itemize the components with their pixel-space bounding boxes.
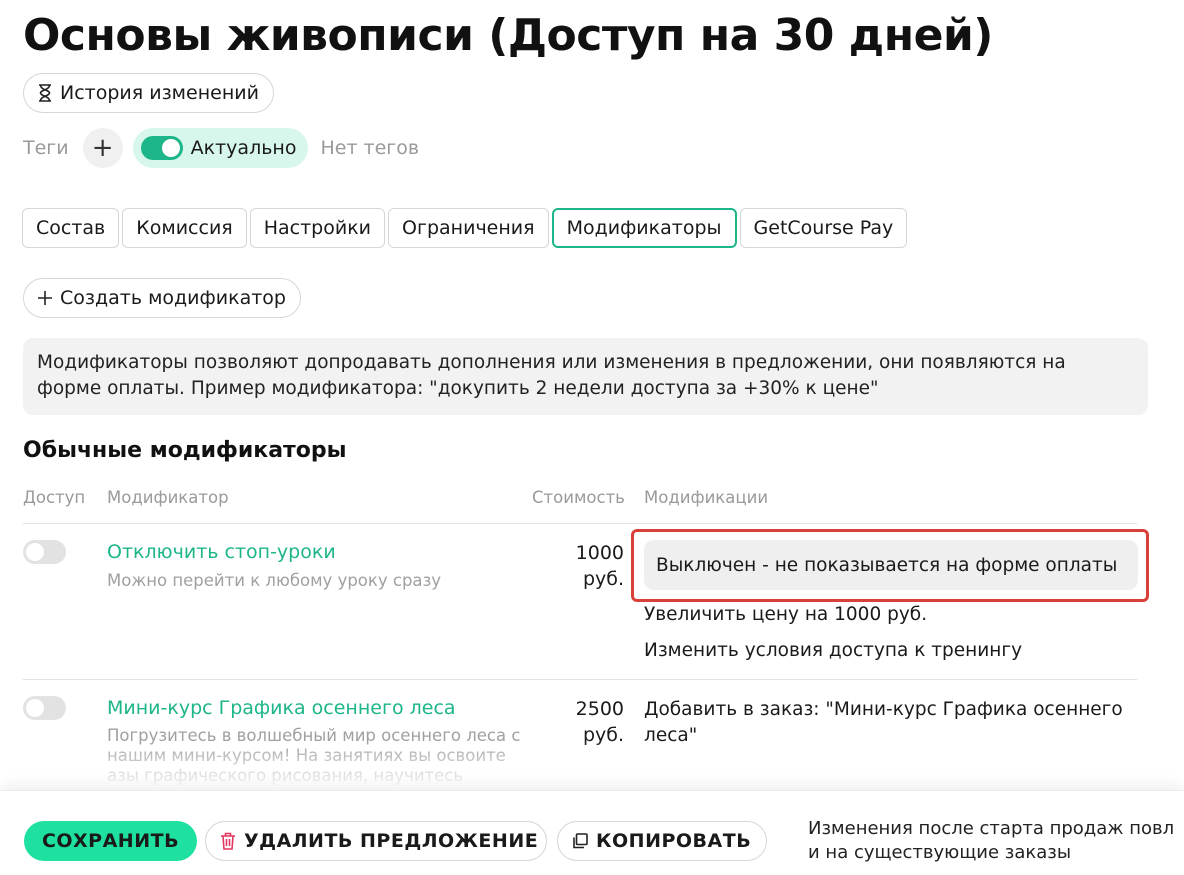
header-cost: Стоимость [532, 488, 625, 507]
hourglass-icon [38, 84, 52, 102]
modifier-name-link[interactable]: Отключить стоп-уроки [107, 541, 336, 563]
history-label: История изменений [60, 82, 259, 104]
actual-label: Актуально [190, 137, 297, 159]
row-access-toggle[interactable] [23, 696, 66, 720]
actual-toggle-switch[interactable] [140, 136, 183, 160]
add-tag-button[interactable]: + [82, 128, 123, 168]
create-modifier-label: Создать модификатор [60, 287, 286, 309]
table-divider [23, 679, 1137, 680]
modifier-description: Можно перейти к любому уроку сразу [107, 571, 442, 590]
modifier-name-link[interactable]: Мини-курс Графика осеннего леса [107, 697, 456, 719]
tags-row: Теги + Актуально Нет тегов [23, 128, 419, 168]
tab-composition[interactable]: Состав [22, 208, 120, 248]
footer-note-line: и на существующие заказы [808, 842, 1072, 863]
tab-commission[interactable]: Комиссия [122, 208, 247, 248]
modifier-cost: 1000 руб. [576, 540, 624, 592]
plus-icon [38, 291, 52, 305]
no-tags-text: Нет тегов [320, 137, 420, 159]
delete-offer-button[interactable]: УДАЛИТЬ ПРЕДЛОЖЕНИЕ [205, 821, 547, 861]
trash-icon [220, 832, 236, 850]
modification-item: Увеличить цену на 1000 руб. [644, 604, 928, 625]
cost-amount: 1000 [575, 542, 624, 564]
copy-icon [572, 833, 588, 849]
history-button[interactable]: История изменений [23, 73, 274, 113]
tab-settings[interactable]: Настройки [249, 208, 386, 248]
plus-icon: + [91, 133, 114, 163]
info-box: Модификаторы позволяют допродавать допол… [23, 338, 1148, 415]
cost-currency: руб. [582, 568, 624, 590]
modification-item: Изменить условия доступа к тренингу [644, 640, 1023, 661]
status-badge: Выключен - не показывается на форме опла… [644, 540, 1138, 590]
footer-bar: СОХРАНИТЬ УДАЛИТЬ ПРЕДЛОЖЕНИЕ КОПИРОВАТЬ… [0, 790, 1184, 875]
tab-getcourse-pay[interactable]: GetCourse Pay [739, 208, 908, 248]
section-title: Обычные модификаторы [23, 438, 347, 463]
table-divider [23, 523, 1137, 524]
page-title: Основы живописи (Доступ на 30 дней) [23, 10, 993, 61]
row-access-toggle[interactable] [23, 540, 66, 564]
footer-note: Изменения после старта продаж повл и на … [808, 817, 1184, 865]
scroll-fade [0, 740, 1184, 790]
delete-offer-label: УДАЛИТЬ ПРЕДЛОЖЕНИЕ [244, 830, 539, 852]
tab-modifiers[interactable]: Модификаторы [551, 208, 737, 248]
header-access: Доступ [23, 488, 86, 507]
tab-restrictions[interactable]: Ограничения [388, 208, 549, 248]
footer-note-line: Изменения после старта продаж повл [808, 818, 1175, 839]
create-modifier-button[interactable]: Создать модификатор [23, 278, 301, 318]
save-button[interactable]: СОХРАНИТЬ [24, 821, 197, 861]
cost-amount: 2500 [575, 698, 624, 720]
header-modifications: Модификации [644, 488, 769, 507]
actual-toggle-chip[interactable]: Актуально [132, 128, 309, 168]
copy-button[interactable]: КОПИРОВАТЬ [557, 821, 767, 861]
modification-line: Добавить в заказ: "Мини-курс Графика осе… [644, 699, 1123, 720]
header-modifier: Модификатор [107, 488, 229, 507]
copy-label: КОПИРОВАТЬ [596, 830, 752, 852]
tabs-bar: Состав Комиссия Настройки Ограничения Мо… [22, 208, 908, 248]
tags-label: Теги [23, 137, 69, 159]
